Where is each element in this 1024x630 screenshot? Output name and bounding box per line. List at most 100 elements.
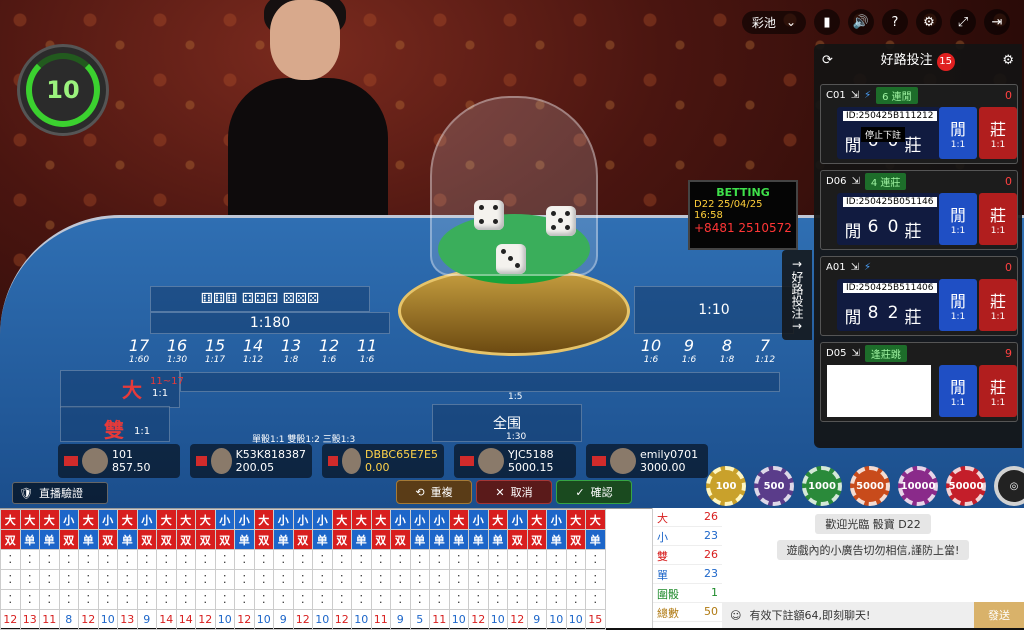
sum-bets-left[interactable]: 17 1:60 16 1:30 15 1:17 14 1:12 13 1:8 12 1:6 … <box>120 336 386 365</box>
road-cell: 12 <box>507 609 528 630</box>
player-bet-button[interactable]: 閒 1:1 <box>939 279 977 331</box>
dice-cell: ⁚ <box>565 569 586 590</box>
banker-bet-button[interactable]: 莊 1:1 <box>979 279 1017 331</box>
road-cell: 12 <box>195 609 216 630</box>
road-cell: 单 <box>39 529 60 550</box>
road-card[interactable]: C01⇲⚡6 連閒0 ID:250425B111212閒60莊 停止下註 閒1:… <box>820 84 1018 164</box>
sum-11: 11 1:6 <box>356 336 378 365</box>
avatar <box>82 448 108 474</box>
dice-cell: ⁚ <box>507 569 528 590</box>
road-cell: 9 <box>526 609 547 630</box>
road-cell: 大 <box>370 509 391 530</box>
send-button[interactable]: 發送 <box>974 602 1024 628</box>
sum-bets-right[interactable]: 10 1:6 9 1:6 8 1:8 7 1:12 <box>632 336 784 365</box>
player-bet-button[interactable]: 閒 1:1 <box>939 107 977 159</box>
chip-1000[interactable]: 1000 <box>802 466 842 506</box>
player-bet-button[interactable]: 閒 1:1 <box>939 365 977 417</box>
help-icon[interactable]: ? <box>882 9 908 35</box>
road-card[interactable]: A01 ⇲ ⚡ 0 ID:250425B511406 閒 8 2 莊 閒 1:1 莊 1:1 <box>820 256 1018 336</box>
dice-cell: ⁚ <box>175 589 196 610</box>
dice-cell: ⁚ <box>331 589 352 610</box>
player-list: 101 857.50 K53K818387 200.05 DBBC65E7E5 0.0… <box>58 444 718 478</box>
dice-cell: ⁚ <box>468 589 489 610</box>
cancel-button[interactable]: ✕ 取消 <box>476 480 552 504</box>
dice-cell: ⁚ <box>448 589 469 610</box>
banker-bet-button[interactable]: 莊 1:1 <box>979 107 1017 159</box>
combo-bets[interactable] <box>180 372 780 392</box>
dice-cell: ⁚ <box>156 549 177 570</box>
dice-cell: ⁚ <box>292 589 313 610</box>
road-cell: 单 <box>234 529 255 550</box>
dice-cell: ⁚ <box>370 549 391 570</box>
double-bets[interactable]: 1:10 <box>634 286 794 334</box>
refresh-icon[interactable]: ⟳ <box>822 53 833 68</box>
road-cell: 单 <box>409 529 430 550</box>
dice-cell: ⁚ <box>585 549 606 570</box>
dice-cell: ⁚ <box>253 549 274 570</box>
road-cell: 12 <box>292 609 313 630</box>
road-cell: 双 <box>526 529 547 550</box>
dice-cell: ⁚ <box>409 589 430 610</box>
dice-cell: ⁚ <box>214 549 235 570</box>
gear-icon[interactable]: ⚙ <box>916 9 942 35</box>
dice-cell: ⁚ <box>585 569 606 590</box>
gear-icon[interactable]: ⚙ <box>1002 53 1014 68</box>
lightning-icon: ⚡ <box>864 89 872 101</box>
player-seat: K53K818387 200.05 <box>190 444 312 478</box>
chip-5000[interactable]: 5000 <box>850 466 890 506</box>
road-cell: 双 <box>136 529 157 550</box>
dice-cell: ⁚ <box>448 569 469 590</box>
chip-500[interactable]: 500 <box>754 466 794 506</box>
sum-16: 16 1:30 <box>166 336 188 365</box>
road-cell: 双 <box>58 529 79 550</box>
dice-cell: ⁚ <box>468 549 489 570</box>
road-cell: 13 <box>117 609 138 630</box>
road-cell: 大 <box>565 509 586 530</box>
banker-bet-button[interactable]: 莊 1:1 <box>979 365 1017 417</box>
exit-icon[interactable]: ⇥ <box>984 9 1010 35</box>
dice-cell: ⁚ <box>292 569 313 590</box>
road-card[interactable]: D05 ⇲ 逢莊跳 9 閒 1:1 莊 1:1 <box>820 342 1018 422</box>
avatar <box>610 448 636 474</box>
dice-cell: ⁚ <box>97 589 118 610</box>
dice-cell: ⁚ <box>429 569 450 590</box>
triple-any-bets[interactable]: 1:180 <box>150 312 390 334</box>
road-cell: 10 <box>253 609 274 630</box>
live-verify-button[interactable]: 🛡 直播驗證 <box>12 482 108 504</box>
flag-icon <box>328 456 339 466</box>
dealer <box>228 0 388 230</box>
sum-13: 13 1:8 <box>280 336 302 365</box>
road-card[interactable]: D06 ⇲ 4 連莊 0 ID:250425B051146 閒 6 0 莊 閒 1:1 莊 1:1 <box>820 170 1018 250</box>
player-seat: emily0701 3000.00 <box>586 444 708 478</box>
pool-dropdown[interactable]: 彩池 ⌄ <box>741 10 806 34</box>
road-cell: 单 <box>546 529 567 550</box>
banker-bet-button[interactable]: 莊 1:1 <box>979 193 1017 245</box>
road-cell: 单 <box>312 529 333 550</box>
dice-cell: ⁚ <box>214 569 235 590</box>
fullscreen-icon[interactable]: ⤢ <box>950 9 976 35</box>
flag-icon <box>196 456 208 466</box>
road-cell: 大 <box>19 509 40 530</box>
sound-icon[interactable]: 🔊 <box>848 9 874 35</box>
road-cell: 小 <box>312 509 333 530</box>
chip-settings-icon[interactable]: ◎ <box>994 466 1024 506</box>
triple-bets[interactable]: ⚅⚅⚅ ⚃⚃⚃ ⚄⚄⚄ <box>150 286 370 312</box>
good-road-tab[interactable]: → 好路投注 → <box>782 250 812 340</box>
good-road-tab-label: 好路投注 <box>790 271 804 319</box>
dice-cell: ⁚ <box>585 589 606 610</box>
road-cell: 大 <box>585 509 606 530</box>
road-cell: 10 <box>312 609 333 630</box>
player-bet-button[interactable]: 閒 1:1 <box>939 193 977 245</box>
chip-100[interactable]: 100 <box>706 466 746 506</box>
chip-50000[interactable]: 50000 <box>946 466 986 506</box>
road-cell: 小 <box>234 509 255 530</box>
emoji-icon[interactable]: ☺ <box>730 609 741 622</box>
confirm-button[interactable]: ✓ 確認 <box>556 480 632 504</box>
live-verify-label: 直播驗證 <box>38 487 83 500</box>
dice-row: ⁚ ⁚ ⁚ ⁚ ⁚ ⁚ ⁚ ⁚ ⁚ ⁚ ⁚ ⁚ ⁚ ⁚ ⁚ ⁚ ⁚ ⁚ ⁚ ⁚ ⁚ ⁚ ⁚ ⁚ ⁚ ⁚ ⁚ ⁚ ⁚ ⁚ ⁚ <box>0 589 606 610</box>
dice-cell: ⁚ <box>195 589 216 610</box>
chip-10000[interactable]: 10000 <box>898 466 938 506</box>
repeat-button[interactable]: ⟲ 重複 <box>396 480 472 504</box>
chat-input[interactable]: 有效下註額64,即刻聊天! <box>749 607 870 623</box>
signal-icon[interactable]: ▮ <box>814 9 840 35</box>
